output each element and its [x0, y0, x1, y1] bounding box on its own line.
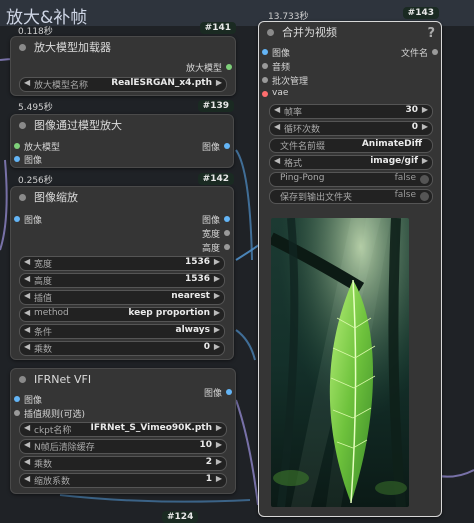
node-title-bar[interactable]: 图像缩放: [11, 187, 233, 207]
upscale-with-model-node[interactable]: #139 图像通过模型放大 放大模型 图像 图像: [10, 100, 234, 168]
forest-leaf-preview: [271, 218, 409, 507]
format-combo[interactable]: ◀ 格式 image/gif ▶: [269, 155, 433, 170]
method-combo[interactable]: ◀ method keep proportion ▶: [19, 307, 225, 322]
toggle-knob-icon[interactable]: [420, 192, 429, 201]
arrow-left-icon[interactable]: ◀: [24, 325, 30, 334]
ckpt-name-combo[interactable]: ◀ ckpt名称 IFRNet_S_Vimeo90K.pth ▶: [19, 422, 227, 437]
collapse-dot-icon[interactable]: [19, 121, 26, 129]
output-label: 放大模型: [185, 64, 222, 74]
arrow-left-icon[interactable]: ◀: [24, 78, 30, 87]
interpolation-combo[interactable]: ◀ 插值 nearest ▶: [19, 290, 225, 305]
node-title: 合并为视频: [282, 26, 337, 39]
arrow-right-icon[interactable]: ▶: [422, 105, 428, 114]
collapse-dot-icon[interactable]: [267, 28, 274, 36]
node-id-badge: #142: [197, 173, 234, 185]
image-input-port-icon[interactable]: [14, 396, 20, 402]
node-title-bar[interactable]: 合并为视频: [259, 22, 441, 42]
height-number-widget[interactable]: ◀ 高度 1536 ▶: [19, 273, 225, 288]
arrow-left-icon[interactable]: ◀: [274, 156, 280, 165]
node-id-badge: #124: [162, 511, 199, 523]
image-input-port-icon[interactable]: [14, 216, 20, 222]
arrow-left-icon[interactable]: ◀: [24, 423, 30, 432]
arrow-right-icon[interactable]: ▶: [422, 156, 428, 165]
arrow-left-icon[interactable]: ◀: [24, 274, 30, 283]
collapse-dot-icon[interactable]: [19, 193, 26, 201]
scale-factor-number-widget[interactable]: ◀ 缩放系数 1 ▶: [19, 473, 227, 488]
clear-cache-number-widget[interactable]: ◀ N帧后清除缓存 10 ▶: [19, 439, 227, 454]
help-icon[interactable]: ?: [427, 26, 435, 41]
node-id-badge: #141: [199, 22, 236, 34]
save-output-toggle[interactable]: 保存到输出文件夹 false: [269, 189, 433, 204]
image-output-port-icon[interactable]: [224, 216, 230, 222]
arrow-right-icon[interactable]: ▶: [214, 291, 220, 300]
arrow-left-icon[interactable]: ◀: [274, 105, 280, 114]
node-title: 放大模型加载器: [34, 41, 111, 54]
audio-input-port-icon[interactable]: [262, 63, 268, 69]
node-time: 5.495秒: [18, 103, 53, 113]
arrow-right-icon[interactable]: ▶: [216, 78, 222, 87]
arrow-right-icon[interactable]: ▶: [422, 122, 428, 131]
batch-manager-input-port-icon[interactable]: [262, 77, 268, 83]
arrow-right-icon[interactable]: ▶: [216, 440, 222, 449]
node-title-bar[interactable]: 图像通过模型放大: [11, 115, 233, 135]
arrow-left-icon[interactable]: ◀: [24, 440, 30, 449]
node-title: 图像缩放: [34, 191, 78, 204]
arrow-left-icon[interactable]: ◀: [24, 474, 30, 483]
arrow-left-icon[interactable]: ◀: [24, 308, 30, 317]
image-scale-node[interactable]: #142 图像缩放 图像 图像 宽度 高度 ◀ 宽度 1536 ▶ ◀ 高度 1…: [10, 173, 234, 360]
arrow-left-icon[interactable]: ◀: [24, 291, 30, 300]
arrow-right-icon[interactable]: ▶: [216, 423, 222, 432]
interp-rule-input-port-icon[interactable]: [14, 410, 20, 416]
node-title: IFRNet VFI: [34, 372, 92, 386]
height-output-port-icon[interactable]: [224, 244, 230, 250]
model-output-port-icon[interactable]: [226, 64, 232, 70]
node-id-badge: #143: [402, 7, 439, 19]
model-name-combo[interactable]: ◀ 放大模型名称 RealESRGAN_x4.pth ▶: [19, 77, 227, 92]
filename-output-port-icon[interactable]: [432, 49, 438, 55]
ifrnet-vfi-node[interactable]: IFRNet VFI 图像 图像 插值规则(可选) ◀ ckpt名称 IFRNe…: [10, 368, 236, 494]
node-title: 图像通过模型放大: [34, 119, 122, 132]
node-time: 0.256秒: [18, 176, 53, 186]
loop-count-number-widget[interactable]: ◀ 循环次数 0 ▶: [269, 121, 433, 136]
image-input-port-icon[interactable]: [262, 49, 268, 55]
node-title-bar[interactable]: IFRNet VFI: [11, 369, 235, 389]
image-output-port-icon[interactable]: [224, 143, 230, 149]
arrow-right-icon[interactable]: ▶: [214, 342, 220, 351]
collapse-dot-icon[interactable]: [19, 375, 26, 383]
filename-prefix-text-widget[interactable]: 文件名前缀 AnimateDiff: [269, 138, 433, 153]
arrow-right-icon[interactable]: ▶: [216, 474, 222, 483]
width-number-widget[interactable]: ◀ 宽度 1536 ▶: [19, 256, 225, 271]
arrow-right-icon[interactable]: ▶: [214, 308, 220, 317]
toggle-knob-icon[interactable]: [420, 175, 429, 184]
vae-input-port-icon[interactable]: [262, 91, 268, 97]
video-combine-node[interactable]: #143 合并为视频 ? 图像 文件名 音频 批次管理 vae ◀ 帧率 30 …: [258, 7, 442, 517]
model-input-port-icon[interactable]: [14, 143, 20, 149]
arrow-right-icon[interactable]: ▶: [214, 274, 220, 283]
image-output-port-icon[interactable]: [226, 389, 232, 395]
video-preview-image[interactable]: [271, 218, 409, 507]
frame-rate-number-widget[interactable]: ◀ 帧率 30 ▶: [269, 104, 433, 119]
node-title-bar[interactable]: 放大模型加载器: [11, 37, 235, 57]
arrow-left-icon[interactable]: ◀: [24, 342, 30, 351]
width-output-port-icon[interactable]: [224, 230, 230, 236]
load-upscale-model-node[interactable]: #141 放大模型加载器 放大模型 ◀ 放大模型名称 RealESRGAN_x4…: [10, 22, 236, 96]
arrow-left-icon[interactable]: ◀: [274, 122, 280, 131]
ping-pong-toggle[interactable]: Ping-Pong false: [269, 172, 433, 187]
collapse-dot-icon[interactable]: [19, 43, 26, 51]
arrow-right-icon[interactable]: ▶: [214, 325, 220, 334]
arrow-left-icon[interactable]: ◀: [24, 257, 30, 266]
arrow-left-icon[interactable]: ◀: [24, 457, 30, 466]
arrow-right-icon[interactable]: ▶: [216, 457, 222, 466]
image-input-port-icon[interactable]: [14, 156, 20, 162]
multiplier-number-widget[interactable]: ◀ 乘数 2 ▶: [19, 456, 227, 471]
multiplier-number-widget[interactable]: ◀ 乘数 0 ▶: [19, 341, 225, 356]
condition-combo[interactable]: ◀ 条件 always ▶: [19, 324, 225, 339]
node-id-badge: #139: [197, 100, 234, 112]
arrow-right-icon[interactable]: ▶: [214, 257, 220, 266]
